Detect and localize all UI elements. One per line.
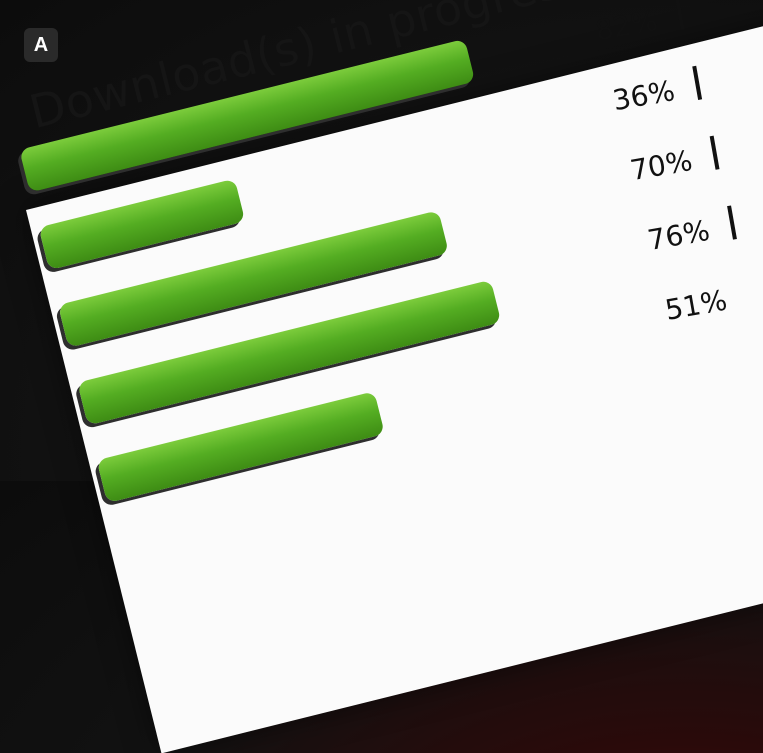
progress-tick bbox=[674, 0, 685, 31]
panel-label: A bbox=[24, 28, 58, 62]
percent-label: 76% bbox=[645, 213, 713, 258]
progress-tick bbox=[692, 65, 703, 100]
progress-tick bbox=[709, 135, 720, 170]
download-panel: Download(s) in progress 82% 36% 70% 76% … bbox=[19, 0, 763, 753]
percent-label: 70% bbox=[627, 143, 695, 188]
progress-tick bbox=[727, 205, 737, 240]
percent-label: 36% bbox=[610, 73, 678, 118]
percent-label: 51% bbox=[662, 283, 730, 327]
percent-label: 82% bbox=[592, 4, 660, 48]
progress-fill bbox=[38, 178, 245, 271]
